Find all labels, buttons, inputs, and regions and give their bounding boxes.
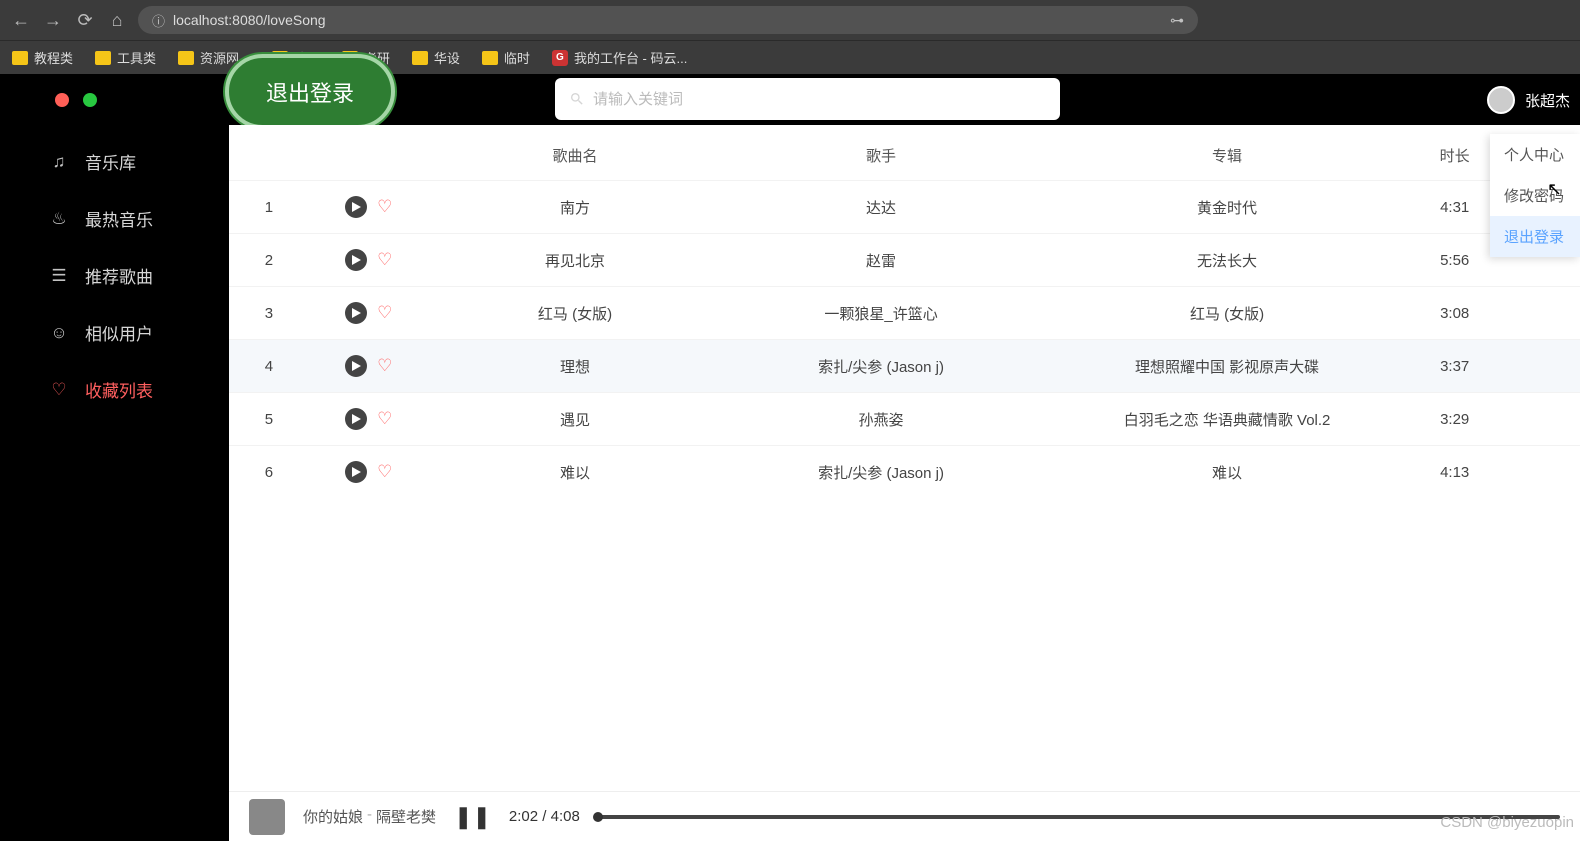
cell-dur: 4:13 bbox=[1413, 446, 1580, 499]
cell-song: 南方 bbox=[429, 181, 722, 234]
favorite-icon[interactable]: ♡ bbox=[377, 303, 392, 322]
row-play-button[interactable] bbox=[345, 461, 367, 483]
sidebar-item[interactable]: ☰ 推荐歌曲 bbox=[25, 247, 229, 304]
cell-dur: 3:08 bbox=[1413, 287, 1580, 340]
play-pause-button[interactable]: ❚❚ bbox=[454, 804, 491, 830]
sidebar-item[interactable]: ♫ 音乐库 bbox=[25, 133, 229, 190]
sidebar-item-label: 最热音乐 bbox=[85, 206, 153, 231]
bookmark-item[interactable]: 工具类 bbox=[95, 48, 156, 67]
sidebar-icon: ♨ bbox=[49, 209, 69, 229]
cell-singer: 孙燕姿 bbox=[721, 393, 1040, 446]
folder-icon bbox=[482, 51, 498, 65]
username: 张超杰 bbox=[1525, 90, 1570, 111]
sidebar-item-label: 相似用户 bbox=[85, 320, 153, 345]
address-bar[interactable]: ⓘ localhost:8080/loveSong ⊶ bbox=[138, 6, 1198, 34]
cell-song: 红马 (女版) bbox=[429, 287, 722, 340]
nav-reload-icon[interactable]: ⟳ bbox=[74, 10, 96, 31]
row-play-button[interactable] bbox=[345, 355, 367, 377]
url-text: localhost:8080/loveSong bbox=[173, 12, 326, 28]
info-icon: ⓘ bbox=[152, 11, 165, 30]
sidebar-item-label: 推荐歌曲 bbox=[85, 263, 153, 288]
gitee-icon: G bbox=[552, 50, 568, 66]
table-row[interactable]: 6♡难以索扎/尖参 (Jason j)难以4:13 bbox=[229, 446, 1580, 499]
folder-icon bbox=[12, 51, 28, 65]
sidebar: ♫ 音乐库 ♨ 最热音乐 ☰ 推荐歌曲 ☺ 相似用户 ♡ 收藏列表 bbox=[25, 125, 229, 791]
progress-bar[interactable] bbox=[598, 815, 1560, 819]
user-dropdown: 个人中心修改密码退出登录 bbox=[1490, 134, 1580, 257]
user-menu-item[interactable]: 个人中心 bbox=[1490, 134, 1580, 175]
cell-singer: 达达 bbox=[721, 181, 1040, 234]
bookmark-item[interactable]: G我的工作台 - 码云... bbox=[552, 48, 687, 67]
row-play-button[interactable] bbox=[345, 196, 367, 218]
bookmark-item[interactable]: 临时 bbox=[482, 48, 530, 67]
content-area: 歌曲名 歌手 专辑 时长 1♡南方达达黄金时代4:312♡再见北京赵雷无法长大5… bbox=[229, 125, 1580, 791]
sidebar-item-label: 收藏列表 bbox=[85, 377, 153, 402]
nav-fwd-icon[interactable]: → bbox=[42, 10, 64, 31]
row-play-button[interactable] bbox=[345, 302, 367, 324]
sidebar-icon: ☰ bbox=[49, 266, 69, 286]
table-row[interactable]: 2♡再见北京赵雷无法长大5:56 bbox=[229, 234, 1580, 287]
cell-dur: 3:37 bbox=[1413, 340, 1580, 393]
nav-back-icon[interactable]: ← bbox=[10, 10, 32, 31]
cell-song: 难以 bbox=[429, 446, 722, 499]
cell-singer: 索扎/尖参 (Jason j) bbox=[721, 446, 1040, 499]
table-row[interactable]: 4♡理想索扎/尖参 (Jason j)理想照耀中国 影视原声大碟3:37 bbox=[229, 340, 1580, 393]
favorite-icon[interactable]: ♡ bbox=[377, 356, 392, 375]
sidebar-item[interactable]: ♨ 最热音乐 bbox=[25, 190, 229, 247]
bookmark-item[interactable]: 教程类 bbox=[12, 48, 73, 67]
cell-album: 白羽毛之恋 华语典藏情歌 Vol.2 bbox=[1041, 393, 1414, 446]
search-icon bbox=[569, 91, 585, 107]
sidebar-item[interactable]: ☺ 相似用户 bbox=[25, 304, 229, 361]
cell-album: 红马 (女版) bbox=[1041, 287, 1414, 340]
cell-album: 难以 bbox=[1041, 446, 1414, 499]
favorite-icon[interactable]: ♡ bbox=[377, 250, 392, 269]
row-play-button[interactable] bbox=[345, 249, 367, 271]
cell-singer: 索扎/尖参 (Jason j) bbox=[721, 340, 1040, 393]
folder-icon bbox=[178, 51, 194, 65]
table-row[interactable]: 1♡南方达达黄金时代4:31 bbox=[229, 181, 1580, 234]
now-playing-cover[interactable] bbox=[249, 799, 285, 835]
window-min-dot[interactable] bbox=[83, 93, 97, 107]
avatar bbox=[1487, 86, 1515, 114]
cell-album: 理想照耀中国 影视原声大碟 bbox=[1041, 340, 1414, 393]
search-input[interactable] bbox=[593, 91, 1046, 108]
cell-song: 理想 bbox=[429, 340, 722, 393]
player-bar: 你的姑娘 - 隔壁老樊 ❚❚ 2:02 / 4:08 bbox=[229, 791, 1580, 841]
favorite-icon[interactable]: ♡ bbox=[377, 197, 392, 216]
table-row[interactable]: 3♡红马 (女版)一颗狼星_许篮心红马 (女版)3:08 bbox=[229, 287, 1580, 340]
window-close-dot[interactable] bbox=[55, 93, 69, 107]
favorite-icon[interactable]: ♡ bbox=[377, 409, 392, 428]
row-play-button[interactable] bbox=[345, 408, 367, 430]
cell-singer: 赵雷 bbox=[721, 234, 1040, 287]
logout-cloud-banner: 退出登录 bbox=[225, 54, 395, 129]
nav-home-icon[interactable]: ⌂ bbox=[106, 10, 128, 31]
cell-album: 黄金时代 bbox=[1041, 181, 1414, 234]
now-playing-artist[interactable]: 隔壁老樊 bbox=[376, 806, 436, 827]
now-playing-title[interactable]: 你的姑娘 bbox=[303, 806, 363, 827]
user-menu-item[interactable]: 修改密码 bbox=[1490, 175, 1580, 216]
sidebar-item[interactable]: ♡ 收藏列表 bbox=[25, 361, 229, 418]
col-singer: 歌手 bbox=[721, 131, 1040, 181]
col-album: 专辑 bbox=[1041, 131, 1414, 181]
cell-singer: 一颗狼星_许篮心 bbox=[721, 287, 1040, 340]
sidebar-item-label: 音乐库 bbox=[85, 149, 136, 174]
favorite-icon[interactable]: ♡ bbox=[377, 462, 392, 481]
cell-song: 再见北京 bbox=[429, 234, 722, 287]
folder-icon bbox=[95, 51, 111, 65]
sidebar-icon: ♫ bbox=[49, 152, 69, 172]
table-row[interactable]: 5♡遇见孙燕姿白羽毛之恋 华语典藏情歌 Vol.23:29 bbox=[229, 393, 1580, 446]
sidebar-icon: ♡ bbox=[49, 380, 69, 400]
sidebar-icon: ☺ bbox=[49, 323, 69, 343]
cell-album: 无法长大 bbox=[1041, 234, 1414, 287]
key-icon: ⊶ bbox=[1170, 12, 1184, 29]
cell-song: 遇见 bbox=[429, 393, 722, 446]
user-menu-trigger[interactable]: 张超杰 bbox=[1487, 86, 1570, 114]
col-song: 歌曲名 bbox=[429, 131, 722, 181]
user-menu-item[interactable]: 退出登录 bbox=[1490, 216, 1580, 257]
search-box[interactable] bbox=[555, 78, 1060, 120]
bookmark-item[interactable]: 华设 bbox=[412, 48, 460, 67]
player-time: 2:02 / 4:08 bbox=[509, 808, 580, 825]
folder-icon bbox=[412, 51, 428, 65]
cell-dur: 3:29 bbox=[1413, 393, 1580, 446]
